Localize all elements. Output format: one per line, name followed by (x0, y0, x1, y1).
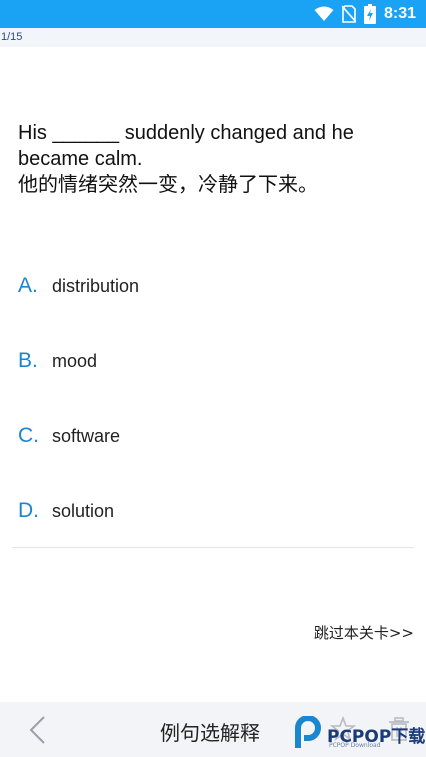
option-letter: C. (18, 424, 39, 447)
status-time: 8:31 (383, 5, 416, 22)
option-text: mood (52, 350, 98, 371)
option-letter: B. (18, 349, 38, 372)
watermark-subtext: PCPOP Download (329, 742, 381, 749)
question-english: His ______ suddenly changed and he becam… (18, 122, 354, 170)
battery-charging-icon (363, 4, 376, 24)
watermark: PCPOP下载 PCPOP Download (292, 714, 425, 754)
skip-level-link[interactable]: 跳过本关卡>> (314, 622, 414, 643)
wifi-icon (314, 6, 334, 21)
progress-counter: 1/15 (1, 31, 23, 43)
option-letter: D. (18, 499, 39, 522)
question-text: His ______ suddenly changed and he becam… (18, 120, 413, 198)
pcpop-logo-icon (295, 716, 321, 748)
bottom-title: 例句选解释 (160, 721, 260, 745)
option-text: software (52, 425, 121, 446)
status-bar: 8:31 (0, 0, 426, 28)
option-d[interactable]: D. solution (18, 491, 413, 531)
option-letter: A. (18, 274, 38, 297)
option-b[interactable]: B. mood (18, 341, 413, 381)
option-text: distribution (52, 275, 140, 296)
progress-strip: 1/15 (0, 28, 426, 47)
option-a[interactable]: A. distribution (18, 266, 413, 306)
no-sim-icon (341, 5, 356, 23)
option-c[interactable]: C. software (18, 416, 413, 456)
question-chinese: 他的情绪突然一变，冷静了下来。 (18, 174, 318, 196)
back-icon[interactable] (26, 715, 50, 745)
status-icons: 8:31 (314, 4, 416, 24)
divider (12, 547, 414, 548)
option-text: solution (52, 500, 115, 521)
